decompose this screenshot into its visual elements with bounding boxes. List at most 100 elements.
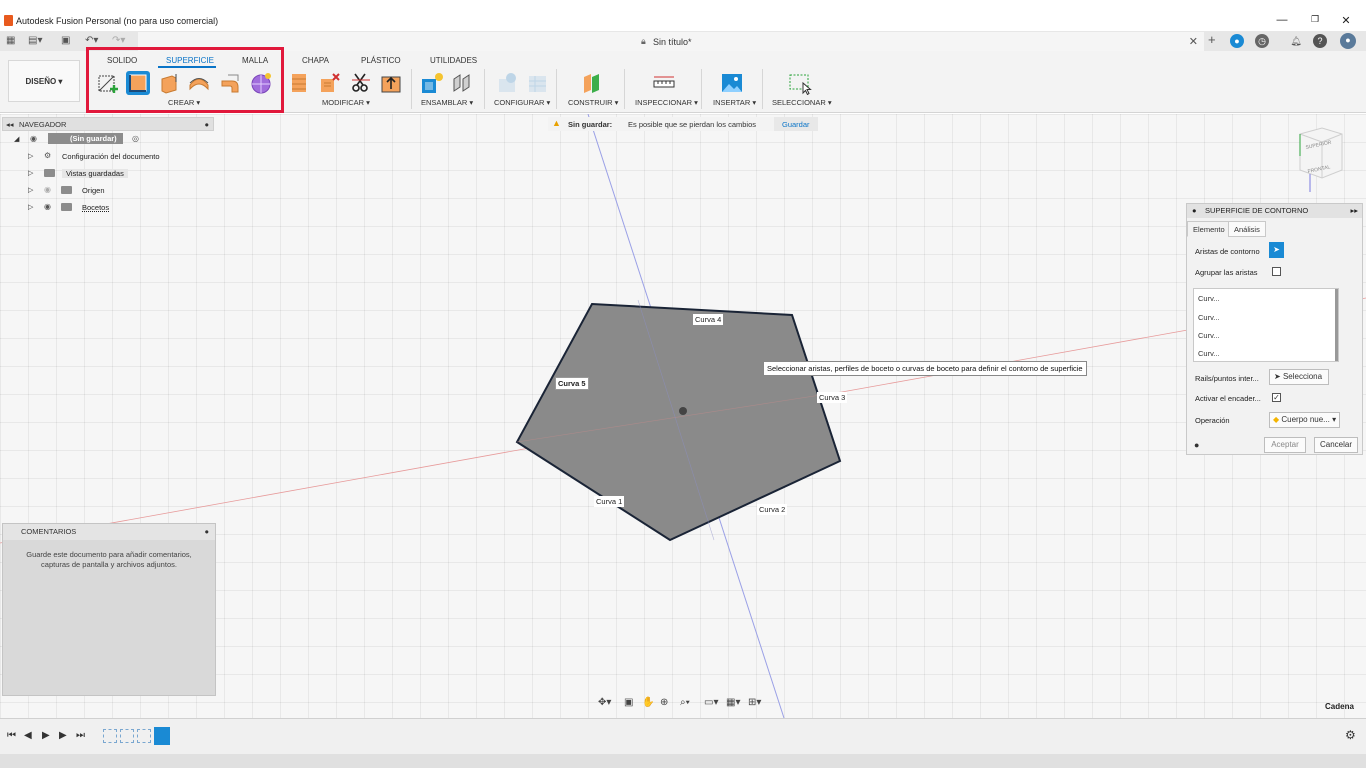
- expand-icon[interactable]: ◢: [14, 135, 19, 143]
- insert-image-icon[interactable]: [720, 71, 744, 95]
- eye-icon[interactable]: ◉: [30, 134, 37, 143]
- group-configure-label[interactable]: CONFIGURAR ▾: [494, 98, 550, 107]
- expand-dialog-icon[interactable]: ▸▸: [1350, 204, 1358, 218]
- group-assemble-label[interactable]: ENSAMBLAR ▾: [421, 98, 473, 107]
- play-icon[interactable]: ▶: [42, 730, 50, 741]
- tab-plastic[interactable]: PLÁSTICO: [361, 56, 401, 65]
- split-face-icon[interactable]: [349, 71, 373, 95]
- fit-icon[interactable]: ⌕▾: [680, 697, 690, 708]
- nav-item[interactable]: ▷ ◉ Origen: [2, 182, 214, 199]
- save-icon[interactable]: ▣: [61, 35, 70, 46]
- help-icon[interactable]: ?: [1313, 34, 1327, 48]
- timeline-sketch-feature[interactable]: [137, 729, 151, 743]
- file-menu-icon[interactable]: ▤▾: [28, 35, 42, 46]
- tab-element[interactable]: Elemento: [1187, 221, 1231, 237]
- cancel-button[interactable]: Cancelar: [1314, 437, 1358, 453]
- activate-chain-checkbox[interactable]: ✓: [1272, 393, 1281, 402]
- group-construct-label[interactable]: CONSTRUIR ▾: [568, 98, 618, 107]
- timeline-marker[interactable]: [154, 727, 170, 745]
- close-tab-icon[interactable]: ✕: [1189, 35, 1198, 48]
- expand-icon[interactable]: ▷: [28, 186, 33, 194]
- curve-list[interactable]: Curv... Curv... Curv... Curv...: [1193, 288, 1339, 362]
- timeline-settings-gear-icon[interactable]: ⚙: [1345, 728, 1356, 742]
- look-at-icon[interactable]: ▣: [624, 697, 633, 708]
- next-step-icon[interactable]: ▶: [59, 730, 67, 741]
- curve-3-label[interactable]: Curva 3: [817, 392, 848, 403]
- pan-icon[interactable]: ✋: [642, 697, 654, 708]
- extensions-icon[interactable]: ●: [1230, 34, 1244, 48]
- document-name: Sin título*: [653, 37, 692, 47]
- timeline-sketch-feature[interactable]: [120, 729, 134, 743]
- rails-select-button[interactable]: ➤ Selecciona: [1269, 369, 1329, 385]
- info-icon[interactable]: ●: [1194, 440, 1199, 450]
- new-component-icon[interactable]: [420, 71, 444, 95]
- nav-root[interactable]: ◢ ◉ (Sin guardar) ◎: [2, 131, 214, 148]
- nav-item[interactable]: ▷ Vistas guardadas: [2, 165, 214, 182]
- previous-step-icon[interactable]: ◀: [24, 730, 32, 741]
- group-insert-label[interactable]: INSERTAR ▾: [713, 98, 756, 107]
- nav-item[interactable]: ▷ ⚙ Configuración del documento: [2, 148, 214, 165]
- undo-icon[interactable]: ↶▾: [85, 35, 98, 46]
- delete-face-icon[interactable]: [318, 71, 342, 95]
- list-scrollbar[interactable]: [1335, 289, 1338, 361]
- pin-icon[interactable]: ●: [204, 118, 209, 131]
- curve-1-label[interactable]: Curva 1: [594, 496, 625, 507]
- viewports-icon[interactable]: ⊞▾: [748, 697, 761, 708]
- user-avatar[interactable]: ●: [1340, 33, 1356, 49]
- folder-icon: [44, 169, 55, 177]
- offset-plane-icon[interactable]: [580, 71, 604, 95]
- activate-icon[interactable]: ◎: [132, 134, 139, 143]
- list-item[interactable]: Curv...: [1198, 294, 1220, 303]
- joint-icon[interactable]: [451, 71, 475, 95]
- pin-icon[interactable]: ●: [204, 524, 209, 540]
- group-select-label[interactable]: SELECCIONAR ▾: [772, 98, 832, 107]
- accept-button[interactable]: Aceptar: [1264, 437, 1306, 453]
- tab-analysis[interactable]: Análisis: [1228, 221, 1266, 237]
- eye-hidden-icon[interactable]: ◉: [44, 185, 51, 194]
- list-item[interactable]: Curv...: [1198, 313, 1220, 322]
- measure-icon[interactable]: [652, 71, 676, 95]
- first-step-icon[interactable]: ⏮: [7, 730, 16, 741]
- save-link-button[interactable]: Guardar: [774, 117, 818, 131]
- curve-2-label[interactable]: Curva 2: [757, 504, 788, 515]
- offset-face-icon[interactable]: [379, 71, 403, 95]
- eye-icon[interactable]: ◉: [44, 202, 51, 211]
- document-tab[interactable]: 🔒︎ Sin título* ✕: [138, 32, 1204, 51]
- configure-table-icon[interactable]: [496, 71, 520, 95]
- display-settings-icon[interactable]: ▭▾: [704, 697, 718, 708]
- job-status-icon[interactable]: ◷: [1255, 34, 1269, 48]
- curve-4-label[interactable]: Curva 4: [693, 314, 724, 325]
- operation-select[interactable]: ◆ Cuerpo nue... ▾: [1269, 412, 1340, 428]
- nav-item[interactable]: ▷ ◉ Bocetos: [2, 199, 214, 216]
- redo-icon[interactable]: ↷▾: [112, 35, 125, 46]
- maximize-button[interactable]: ❐: [1305, 14, 1325, 25]
- expand-icon[interactable]: ▷: [28, 169, 33, 177]
- timeline-sketch-feature[interactable]: [103, 729, 117, 743]
- orbit-icon[interactable]: ✥▾: [598, 697, 611, 708]
- collapse-icon[interactable]: ◂◂: [6, 118, 14, 131]
- select-window-icon[interactable]: [788, 71, 812, 96]
- curve-5-label[interactable]: Curva 5: [555, 377, 589, 390]
- expand-icon[interactable]: ▷: [28, 203, 33, 211]
- contour-edges-select-button[interactable]: ➤: [1269, 242, 1284, 258]
- tab-sheet-metal[interactable]: CHAPA: [302, 56, 329, 65]
- trim-tool-icon[interactable]: [288, 71, 312, 95]
- notifications-icon[interactable]: 🔔︎: [1289, 34, 1303, 48]
- group-modify-label[interactable]: MODIFICAR ▾: [322, 98, 370, 107]
- grid-settings-icon[interactable]: ▦▾: [726, 697, 740, 708]
- list-item[interactable]: Curv...: [1198, 331, 1220, 340]
- workspace-selector[interactable]: DISEÑO ▾: [8, 60, 80, 102]
- grid-menu-icon[interactable]: ▦: [6, 35, 15, 46]
- new-tab-icon[interactable]: +: [1208, 32, 1216, 47]
- viewcube[interactable]: SUPERIOR FRONTAL: [1296, 126, 1344, 196]
- zoom-icon[interactable]: ⊕: [660, 697, 668, 708]
- expand-icon[interactable]: ▷: [28, 152, 33, 160]
- group-inspect-label[interactable]: INSPECCIONAR ▾: [635, 98, 698, 107]
- tab-utilities[interactable]: UTILIDADES: [430, 56, 477, 65]
- minimize-button[interactable]: —: [1272, 14, 1292, 26]
- list-item[interactable]: Curv...: [1198, 349, 1220, 358]
- last-step-icon[interactable]: ⏭: [76, 730, 85, 741]
- group-edges-checkbox[interactable]: [1272, 267, 1281, 276]
- close-window-button[interactable]: ✕: [1336, 14, 1356, 27]
- configure-rule-icon[interactable]: [526, 71, 550, 95]
